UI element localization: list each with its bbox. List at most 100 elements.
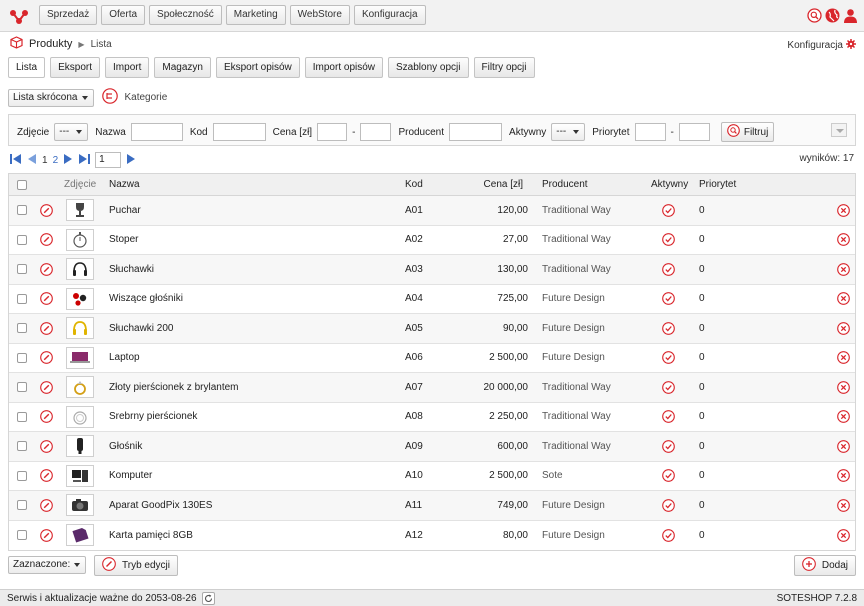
first-page-icon[interactable] xyxy=(10,153,22,167)
collapse-filter-icon[interactable] xyxy=(831,123,847,137)
delete-icon[interactable] xyxy=(837,491,850,520)
filter-photo-select[interactable]: --- xyxy=(54,123,89,141)
delete-icon[interactable] xyxy=(837,373,850,402)
filter-code-input[interactable] xyxy=(212,123,266,141)
product-name[interactable]: Karta pamięci 8GB xyxy=(109,521,193,551)
next-page-icon[interactable] xyxy=(63,153,73,167)
search-icon[interactable] xyxy=(807,8,822,26)
filter-name-input[interactable] xyxy=(130,123,183,141)
active-check-icon[interactable] xyxy=(662,432,675,461)
table-row[interactable]: Wiszące głośniki A04 725,00 Future Design 0 xyxy=(9,285,855,314)
tab-lista[interactable]: Lista xyxy=(8,57,46,78)
tab-filtry-opcji[interactable]: Filtry opcji xyxy=(473,57,535,78)
table-row[interactable]: Stoper A02 27,00 Traditional Way 0 xyxy=(9,226,855,255)
table-row[interactable]: Karta pamięci 8GB A12 80,00 Future Design 0 xyxy=(9,521,855,551)
delete-icon[interactable] xyxy=(837,226,850,255)
active-check-icon[interactable] xyxy=(662,344,675,373)
menu-webstore[interactable]: WebStore xyxy=(289,5,350,25)
filter-priority-from-input[interactable] xyxy=(634,123,666,141)
product-name[interactable]: Srebrny pierścionek xyxy=(109,403,197,432)
product-thumbnail[interactable] xyxy=(66,287,94,310)
row-checkbox[interactable] xyxy=(17,293,27,304)
product-name[interactable]: Komputer xyxy=(109,462,152,491)
row-checkbox[interactable] xyxy=(17,205,27,216)
tab-magazyn[interactable]: Magazyn xyxy=(154,57,211,78)
product-thumbnail[interactable] xyxy=(66,317,94,340)
tab-import[interactable]: Import xyxy=(105,57,150,78)
page-number-input[interactable]: 1 xyxy=(95,152,122,168)
row-checkbox[interactable] xyxy=(17,411,27,422)
tab-eksport-opisow[interactable]: Eksport opisów xyxy=(215,57,300,78)
delete-icon[interactable] xyxy=(837,196,850,225)
active-check-icon[interactable] xyxy=(662,491,675,520)
tab-import-opisow[interactable]: Import opisów xyxy=(304,57,384,78)
delete-icon[interactable] xyxy=(837,344,850,373)
select-all-checkbox[interactable] xyxy=(17,179,27,190)
tab-eksport[interactable]: Eksport xyxy=(50,57,101,78)
filter-price-to-input[interactable] xyxy=(360,123,392,141)
table-row[interactable]: Komputer A10 2 500,00 Sote 0 xyxy=(9,462,855,491)
product-name[interactable]: Laptop xyxy=(109,344,140,373)
product-thumbnail[interactable] xyxy=(66,199,94,222)
col-producer-header[interactable]: Producent xyxy=(542,174,588,195)
active-check-icon[interactable] xyxy=(662,285,675,314)
product-name[interactable]: Głośnik xyxy=(109,432,142,461)
delete-icon[interactable] xyxy=(837,403,850,432)
row-edit-icon[interactable] xyxy=(40,226,53,255)
row-edit-icon[interactable] xyxy=(40,491,53,520)
edit-mode-button[interactable]: Tryb edycji xyxy=(94,555,178,576)
row-checkbox[interactable] xyxy=(17,234,27,245)
table-row[interactable]: Złoty pierścionek z brylantem A07 20 000,0… xyxy=(9,373,855,403)
product-name[interactable]: Stoper xyxy=(109,226,138,255)
row-edit-icon[interactable] xyxy=(40,255,53,284)
product-thumbnail[interactable] xyxy=(66,435,94,458)
menu-spolecznosc[interactable]: Społeczność xyxy=(149,5,222,25)
table-row[interactable]: Laptop A06 2 500,00 Future Design 0 xyxy=(9,344,855,373)
product-thumbnail[interactable] xyxy=(66,494,94,517)
product-name[interactable]: Słuchawki xyxy=(109,255,154,284)
product-thumbnail[interactable] xyxy=(66,346,94,369)
selected-action-select[interactable]: Zaznaczone: xyxy=(8,556,86,574)
filter-button[interactable]: Filtruj xyxy=(720,122,775,142)
menu-oferta[interactable]: Oferta xyxy=(101,5,146,25)
row-edit-icon[interactable] xyxy=(40,314,53,343)
user-icon[interactable] xyxy=(843,8,858,26)
row-edit-icon[interactable] xyxy=(40,344,53,373)
table-row[interactable]: Głośnik A09 600,00 Traditional Way 0 xyxy=(9,432,855,462)
active-check-icon[interactable] xyxy=(662,255,675,284)
product-name[interactable]: Złoty pierścionek z brylantem xyxy=(109,373,239,402)
go-page-icon[interactable] xyxy=(126,153,136,167)
add-button[interactable]: Dodaj xyxy=(793,555,856,576)
menu-sprzedaz[interactable]: Sprzedaż xyxy=(39,5,98,25)
delete-icon[interactable] xyxy=(837,285,850,314)
table-row[interactable]: Aparat GoodPix 130ES A11 749,00 Future Desi… xyxy=(9,491,855,521)
product-name[interactable]: Puchar xyxy=(109,196,141,225)
product-thumbnail[interactable] xyxy=(66,405,94,428)
tab-szablony-opcji[interactable]: Szablony opcji xyxy=(388,57,469,78)
active-check-icon[interactable] xyxy=(662,521,675,551)
col-active-header[interactable]: Aktywny xyxy=(651,174,688,195)
row-edit-icon[interactable] xyxy=(40,196,53,225)
delete-icon[interactable] xyxy=(837,314,850,343)
col-code-header[interactable]: Kod xyxy=(405,174,423,195)
delete-icon[interactable] xyxy=(837,521,850,551)
menu-konfiguracja[interactable]: Konfiguracja xyxy=(353,5,426,25)
soteshop-logo-icon[interactable] xyxy=(8,5,30,27)
row-checkbox[interactable] xyxy=(17,441,27,452)
row-checkbox[interactable] xyxy=(17,500,27,511)
filter-priority-to-input[interactable] xyxy=(678,123,710,141)
col-price-header[interactable]: Cena [zł] xyxy=(459,174,523,195)
col-priority-header[interactable]: Priorytet xyxy=(699,174,736,195)
table-row[interactable]: Srebrny pierścionek A08 2 250,00 Traditiona… xyxy=(9,403,855,432)
row-checkbox[interactable] xyxy=(17,352,27,363)
product-thumbnail[interactable] xyxy=(66,228,94,251)
row-checkbox[interactable] xyxy=(17,323,27,334)
active-check-icon[interactable] xyxy=(662,462,675,491)
prev-page-icon[interactable] xyxy=(27,153,37,167)
last-page-icon[interactable] xyxy=(78,153,91,167)
filter-producer-input[interactable] xyxy=(449,123,503,141)
product-thumbnail[interactable] xyxy=(66,464,94,487)
config-link[interactable]: Konfiguracja xyxy=(787,39,856,52)
row-edit-icon[interactable] xyxy=(40,373,53,402)
col-name-header[interactable]: Nazwa xyxy=(109,174,140,195)
